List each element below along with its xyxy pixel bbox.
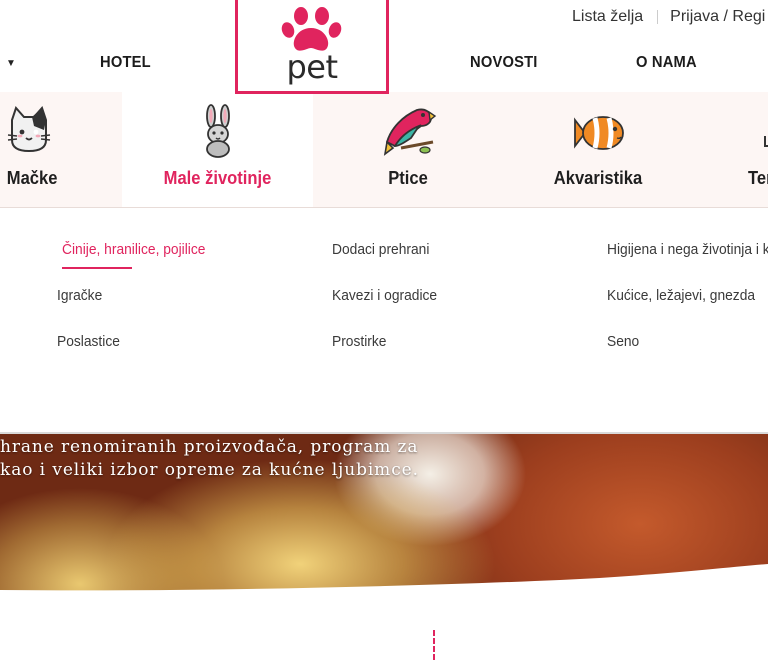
terrarium-icon [764,136,768,147]
nav-about[interactable]: O NAMA [636,54,697,72]
category-cats[interactable]: Mačke [0,92,120,207]
top-links-divider [657,10,659,24]
submenu-item-treats[interactable]: Poslastice [57,333,120,350]
category-label: Ter [748,168,768,188]
category-birds[interactable]: Ptice [313,92,503,207]
category-small-animals[interactable]: Male životinje [122,92,313,207]
nav-news[interactable]: NOVOSTI [470,54,538,72]
submenu-item-toys[interactable]: Igračke [57,287,102,304]
wishlist-link[interactable]: Lista želja [572,8,643,25]
submenu-item-bedding[interactable]: Prostirke [332,333,386,350]
submenu-item-bowls[interactable]: Činije, hranilice, pojilice [62,241,205,258]
category-terrarium[interactable]: Ter [693,92,768,207]
fish-icon [574,116,624,150]
category-label: Male životinje [163,168,272,188]
top-links: Lista želja Prijava / Regi [572,8,765,26]
parrot-icon [383,108,437,156]
hero-text-line-1: hrane renomiranih proizvođača, program z… [0,437,419,457]
submenu-item-hay[interactable]: Seno [607,333,639,350]
category-aquaristics[interactable]: Akvaristika [503,92,693,207]
cat-icon [7,106,51,153]
logo[interactable]: pet [235,0,389,94]
submenu-item-houses[interactable]: Kućice, ležajevi, gnezda [607,287,755,304]
category-label: Ptice [388,168,428,188]
hero-text-line-2: kao i veliki izbor opreme za kućne ljubi… [0,460,419,480]
submenu-item-supplements[interactable]: Dodaci prehrani [332,241,429,258]
submenu-item-cages[interactable]: Kavezi i ogradice [332,287,437,304]
nav-hotel[interactable]: HOTEL [100,54,151,72]
category-label: Mačke [6,168,58,188]
submenu-panel: Činije, hranilice, pojilice Igračke Posl… [0,208,768,434]
chevron-down-icon[interactable]: ▼ [6,58,16,69]
submenu-item-hygiene[interactable]: Higijena i nega životinja i ka [607,241,768,258]
hero-text: hrane renomiranih proizvođača, program z… [0,436,419,482]
category-label: Akvaristika [553,168,643,188]
rabbit-icon [206,104,230,158]
hero-wave-divider [0,564,768,600]
logo-text: pet [286,48,338,86]
login-register-link[interactable]: Prijava / Regi [670,8,765,25]
scroll-indicator [433,630,435,660]
category-strip: Mačke Male životinje Ptice Akvaristika T… [0,92,768,208]
site-header: Lista želja Prijava / Regi ▼ HOTEL NOVOST… [0,0,768,94]
active-underline [62,267,132,269]
